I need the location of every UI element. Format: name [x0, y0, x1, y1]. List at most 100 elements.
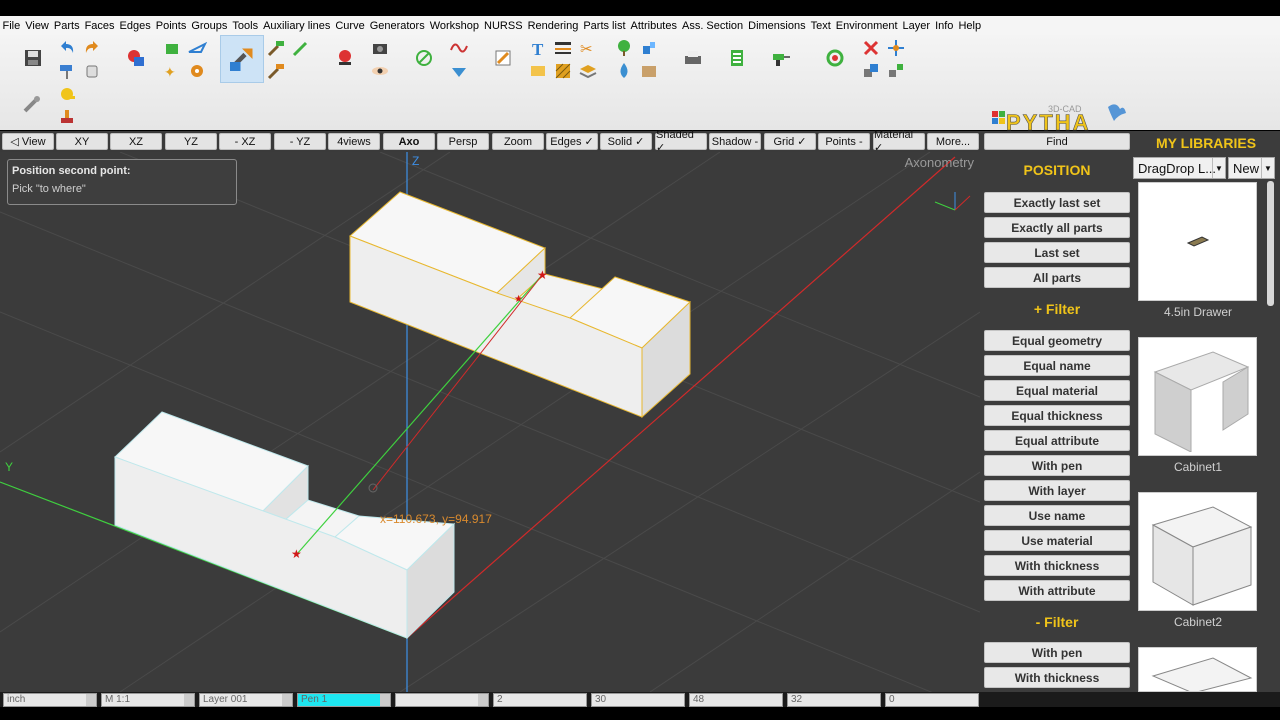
menu-info[interactable]: Info — [933, 20, 956, 32]
status-field-1[interactable]: 2 — [493, 693, 587, 707]
menu-parts[interactable]: Parts — [51, 20, 82, 32]
with-attribute-button[interactable]: With attribute — [984, 580, 1130, 601]
library-item-partial[interactable] — [1138, 647, 1258, 692]
menu-workshop[interactable]: Workshop — [427, 20, 481, 32]
refresh-icon[interactable] — [823, 47, 847, 69]
menu-parts-list[interactable]: Parts list — [581, 20, 628, 32]
wrench-icon[interactable] — [20, 93, 44, 115]
scissors-icon[interactable]: ✂ — [576, 37, 600, 59]
library-item-cabinet2[interactable]: Cabinet2 — [1138, 492, 1258, 629]
camera-icon[interactable] — [368, 37, 392, 59]
grid-toggle[interactable]: Grid ✓ — [764, 133, 816, 150]
green-box-icon[interactable] — [160, 37, 184, 59]
menu-attributes[interactable]: Attributes — [628, 20, 679, 32]
library-dropdown[interactable]: DragDrop L... ▼ — [1133, 157, 1226, 179]
scale-selector[interactable]: M 1:1 — [101, 693, 195, 707]
gears-icon[interactable] — [185, 60, 209, 82]
with-layer-button[interactable]: With layer — [984, 480, 1130, 501]
solid-toggle[interactable]: Solid ✓ — [600, 133, 652, 150]
3d-viewport[interactable]: ★ ★ ★ Position second point: Pick "to wh… — [0, 152, 980, 692]
menu-edges[interactable]: Edges — [117, 20, 153, 32]
water-drop-icon[interactable] — [612, 60, 636, 82]
menu-environment[interactable]: Environment — [833, 20, 900, 32]
zoom-button[interactable]: Zoom — [492, 133, 544, 150]
menu-groups[interactable]: Groups — [189, 20, 230, 32]
minus-with-thickness-button[interactable]: With thickness — [984, 667, 1130, 688]
menu-layer[interactable]: Layer — [900, 20, 933, 32]
menu-file[interactable]: File — [0, 20, 23, 32]
material-toggle[interactable]: Material ✓ — [873, 129, 925, 154]
exactly-all-parts-button[interactable]: Exactly all parts — [984, 217, 1130, 238]
menu-dimensions[interactable]: Dimensions — [746, 20, 808, 32]
curve-icon[interactable] — [447, 37, 471, 59]
equal-thickness-button[interactable]: Equal thickness — [984, 405, 1130, 426]
menu-nurss[interactable]: NURSS — [482, 20, 526, 32]
move-tool-icon[interactable] — [220, 35, 264, 83]
minus-with-pen-button[interactable]: With pen — [984, 642, 1130, 663]
all-parts-button[interactable]: All parts — [984, 267, 1130, 288]
measuring-tape-icon[interactable] — [55, 83, 79, 105]
menu-rendering[interactable]: Rendering — [525, 20, 581, 32]
group-icon[interactable] — [859, 60, 883, 82]
cup-icon[interactable] — [80, 60, 104, 82]
scrollbar-thumb[interactable] — [1267, 181, 1274, 306]
box-icon[interactable] — [637, 60, 661, 82]
equal-name-button[interactable]: Equal name — [984, 355, 1130, 376]
menu-ass-section[interactable]: Ass. Section — [679, 20, 745, 32]
bowl-icon[interactable] — [447, 60, 471, 82]
hammer-orange-icon[interactable] — [264, 60, 288, 82]
layer-selector[interactable]: Layer 001 — [199, 693, 293, 707]
with-thickness-button[interactable]: With thickness — [984, 555, 1130, 576]
status-field-5[interactable]: 0 — [885, 693, 979, 707]
stamp-icon[interactable] — [55, 105, 79, 127]
exactly-last-set-button[interactable]: Exactly last set — [984, 192, 1130, 213]
status-field-2[interactable]: 30 — [591, 693, 685, 707]
compass-icon[interactable] — [412, 47, 436, 69]
eye-icon[interactable] — [368, 60, 392, 82]
with-pen-button[interactable]: With pen — [984, 455, 1130, 476]
pen-tool-icon[interactable] — [289, 37, 313, 59]
menu-tools[interactable]: Tools — [230, 20, 261, 32]
printer-icon[interactable] — [681, 47, 705, 69]
use-name-button[interactable]: Use name — [984, 505, 1130, 526]
pen-selector[interactable]: Pen 1 — [297, 693, 391, 707]
shaded-toggle[interactable]: Shaded ✓ — [655, 129, 707, 154]
view-xz-button[interactable]: XZ — [110, 133, 162, 150]
layers-icon[interactable] — [576, 60, 600, 82]
plane-icon[interactable] — [185, 37, 209, 59]
menu-view[interactable]: View — [23, 20, 52, 32]
status-field-4[interactable]: 32 — [787, 693, 881, 707]
find-button[interactable]: Find — [984, 133, 1130, 150]
shadow-toggle[interactable]: Shadow - — [709, 133, 761, 150]
ungroup-icon[interactable] — [884, 60, 908, 82]
edges-toggle[interactable]: Edges ✓ — [546, 133, 598, 150]
menu-help[interactable]: Help — [956, 20, 984, 32]
view-persp-button[interactable]: Persp — [437, 133, 489, 150]
hatch-icon[interactable] — [551, 60, 575, 82]
save-icon[interactable] — [21, 47, 45, 69]
view-xy-button[interactable]: XY — [56, 133, 108, 150]
view-axo-button[interactable]: Axo — [383, 133, 435, 150]
view-minus-yz-button[interactable]: - YZ — [274, 133, 326, 150]
last-set-button[interactable]: Last set — [984, 242, 1130, 263]
library-scrollbar[interactable] — [1265, 181, 1276, 691]
paint-roller-icon[interactable] — [55, 60, 79, 82]
equal-material-button[interactable]: Equal material — [984, 380, 1130, 401]
equal-attribute-button[interactable]: Equal attribute — [984, 430, 1130, 451]
use-material-button[interactable]: Use material — [984, 530, 1130, 551]
points-toggle[interactable]: Points - — [818, 133, 870, 150]
library-item-cabinet1[interactable]: Cabinet1 — [1138, 337, 1258, 474]
line-style-selector[interactable] — [395, 693, 489, 707]
view-minus-xz-button[interactable]: - XZ — [219, 133, 271, 150]
new-library-button[interactable]: New ▼ — [1228, 157, 1275, 179]
pencil-icon[interactable] — [491, 47, 515, 69]
spreadsheet-icon[interactable] — [725, 47, 749, 69]
stars-icon[interactable]: ✦ — [160, 60, 184, 82]
undo-icon[interactable] — [55, 37, 79, 59]
status-field-3[interactable]: 48 — [689, 693, 783, 707]
gizmo-icon[interactable] — [884, 37, 908, 59]
view-menu-button[interactable]: ◁ View — [2, 133, 54, 150]
unit-selector[interactable]: inch — [3, 693, 97, 707]
library-item-drawer[interactable]: 4.5in Drawer — [1138, 182, 1258, 319]
view-4views-button[interactable]: 4views — [328, 133, 380, 150]
